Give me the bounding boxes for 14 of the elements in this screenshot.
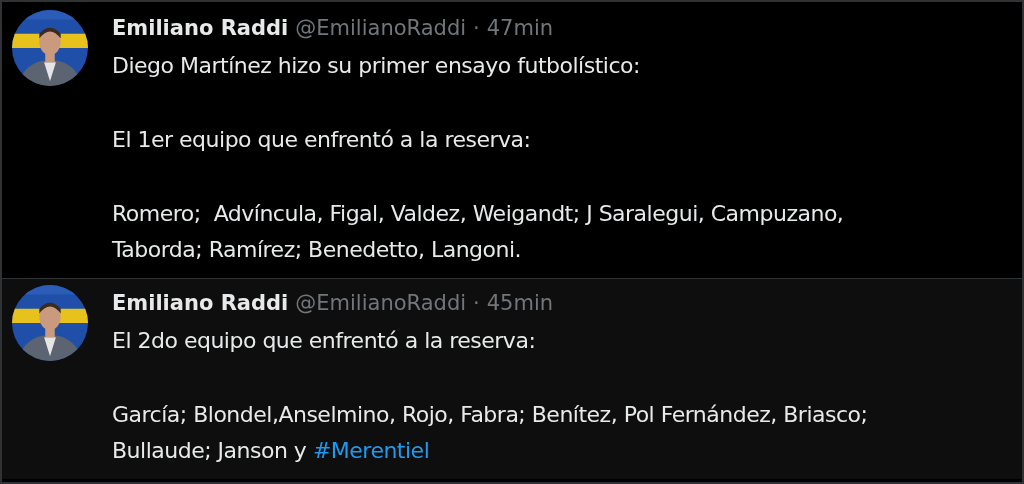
separator-dot: · xyxy=(473,16,480,40)
tweet-text: García; Blondel,Anselmino, Rojo, Fabra; Benítez, Pol Fernández, Briasco; Bullaude; Janson y #Merentiel xyxy=(112,401,868,465)
author-handle[interactable]: @EmilianoRaddi xyxy=(295,16,467,40)
author-name[interactable]: Emiliano Raddi xyxy=(112,16,289,40)
tweet-text: El 1er equipo que enfrentó a la reserva: xyxy=(112,126,532,154)
author-name[interactable]: Emiliano Raddi xyxy=(112,291,289,315)
separator-dot: · xyxy=(473,291,480,315)
author-handle[interactable]: @EmilianoRaddi xyxy=(295,291,467,315)
timestamp[interactable]: 45min xyxy=(486,291,554,315)
hashtag-link[interactable]: #Merentiel xyxy=(312,438,430,463)
timestamp[interactable]: 47min xyxy=(486,16,554,40)
tweet-text: Diego Martínez hizo su primer ensayo futbolístico: xyxy=(112,52,641,80)
tweet-text: Romero; Advíncula, Figal, Valdez, Weigandt; J Saralegui, Campuzano, Taborda; Ramírez; Benedetto, Langoni. xyxy=(112,200,844,264)
tweet-text: El 2do equipo que enfrentó a la reserva: xyxy=(112,327,537,355)
